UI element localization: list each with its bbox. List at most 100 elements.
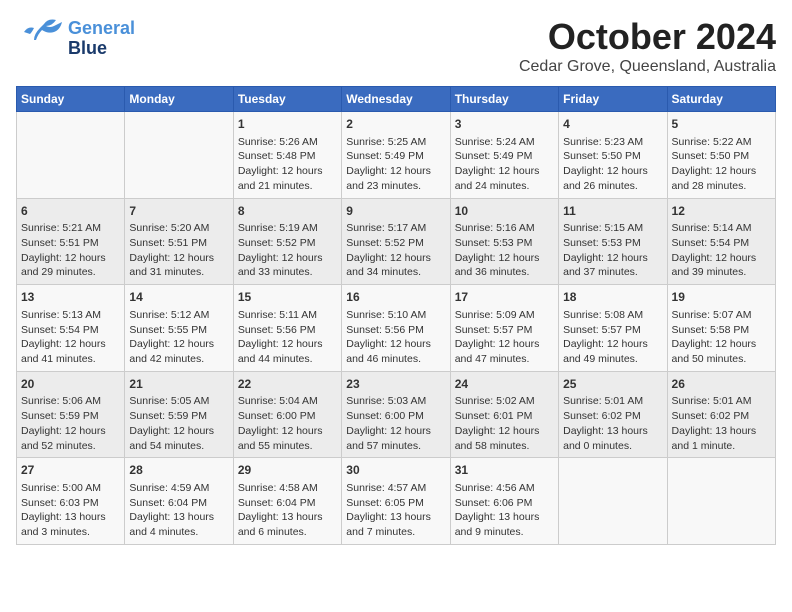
day-detail: Sunrise: 5:22 AM bbox=[672, 135, 771, 150]
calendar-cell: 31Sunrise: 4:56 AMSunset: 6:06 PMDayligh… bbox=[450, 458, 558, 545]
day-number: 22 bbox=[238, 376, 337, 393]
title-block: October 2024 Cedar Grove, Queensland, Au… bbox=[519, 16, 776, 76]
calendar-cell: 28Sunrise: 4:59 AMSunset: 6:04 PMDayligh… bbox=[125, 458, 233, 545]
day-detail: Daylight: 12 hours and 37 minutes. bbox=[563, 251, 662, 280]
day-detail: Sunrise: 4:58 AM bbox=[238, 481, 337, 496]
day-detail: Sunset: 6:04 PM bbox=[129, 496, 228, 511]
calendar-cell: 29Sunrise: 4:58 AMSunset: 6:04 PMDayligh… bbox=[233, 458, 341, 545]
calendar-cell: 13Sunrise: 5:13 AMSunset: 5:54 PMDayligh… bbox=[17, 285, 125, 372]
calendar-cell bbox=[17, 112, 125, 199]
calendar-cell: 7Sunrise: 5:20 AMSunset: 5:51 PMDaylight… bbox=[125, 198, 233, 285]
day-detail: Sunrise: 5:05 AM bbox=[129, 394, 228, 409]
day-detail: Sunrise: 5:08 AM bbox=[563, 308, 662, 323]
day-detail: Daylight: 12 hours and 42 minutes. bbox=[129, 337, 228, 366]
day-detail: Sunrise: 5:11 AM bbox=[238, 308, 337, 323]
day-detail: Sunset: 6:02 PM bbox=[672, 409, 771, 424]
day-number: 27 bbox=[21, 462, 120, 479]
day-detail: Sunrise: 5:20 AM bbox=[129, 221, 228, 236]
calendar-cell: 10Sunrise: 5:16 AMSunset: 5:53 PMDayligh… bbox=[450, 198, 558, 285]
day-detail: Sunset: 5:48 PM bbox=[238, 149, 337, 164]
day-number: 8 bbox=[238, 203, 337, 220]
day-header-thursday: Thursday bbox=[450, 87, 558, 112]
day-detail: Sunrise: 5:09 AM bbox=[455, 308, 554, 323]
calendar-cell bbox=[559, 458, 667, 545]
calendar-cell: 25Sunrise: 5:01 AMSunset: 6:02 PMDayligh… bbox=[559, 371, 667, 458]
day-number: 17 bbox=[455, 289, 554, 306]
day-header-monday: Monday bbox=[125, 87, 233, 112]
day-detail: Daylight: 13 hours and 0 minutes. bbox=[563, 424, 662, 453]
calendar-cell: 16Sunrise: 5:10 AMSunset: 5:56 PMDayligh… bbox=[342, 285, 450, 372]
day-detail: Daylight: 13 hours and 4 minutes. bbox=[129, 510, 228, 539]
calendar-cell: 5Sunrise: 5:22 AMSunset: 5:50 PMDaylight… bbox=[667, 112, 775, 199]
day-detail: Sunset: 5:50 PM bbox=[563, 149, 662, 164]
calendar-table: SundayMondayTuesdayWednesdayThursdayFrid… bbox=[16, 86, 776, 545]
day-detail: Sunrise: 5:06 AM bbox=[21, 394, 120, 409]
calendar-cell: 24Sunrise: 5:02 AMSunset: 6:01 PMDayligh… bbox=[450, 371, 558, 458]
calendar-cell: 18Sunrise: 5:08 AMSunset: 5:57 PMDayligh… bbox=[559, 285, 667, 372]
logo: GeneralBlue bbox=[16, 16, 135, 61]
day-detail: Sunrise: 5:23 AM bbox=[563, 135, 662, 150]
calendar-cell: 27Sunrise: 5:00 AMSunset: 6:03 PMDayligh… bbox=[17, 458, 125, 545]
day-detail: Sunrise: 5:25 AM bbox=[346, 135, 445, 150]
day-detail: Daylight: 13 hours and 3 minutes. bbox=[21, 510, 120, 539]
calendar-cell: 23Sunrise: 5:03 AMSunset: 6:00 PMDayligh… bbox=[342, 371, 450, 458]
day-detail: Sunrise: 5:12 AM bbox=[129, 308, 228, 323]
logo-text: GeneralBlue bbox=[68, 19, 135, 59]
day-header-wednesday: Wednesday bbox=[342, 87, 450, 112]
day-detail: Daylight: 12 hours and 44 minutes. bbox=[238, 337, 337, 366]
calendar-cell: 30Sunrise: 4:57 AMSunset: 6:05 PMDayligh… bbox=[342, 458, 450, 545]
day-number: 23 bbox=[346, 376, 445, 393]
day-number: 26 bbox=[672, 376, 771, 393]
day-detail: Daylight: 13 hours and 1 minute. bbox=[672, 424, 771, 453]
day-detail: Daylight: 12 hours and 29 minutes. bbox=[21, 251, 120, 280]
day-detail: Daylight: 12 hours and 33 minutes. bbox=[238, 251, 337, 280]
day-number: 9 bbox=[346, 203, 445, 220]
day-number: 4 bbox=[563, 116, 662, 133]
day-detail: Sunset: 5:49 PM bbox=[346, 149, 445, 164]
day-detail: Sunrise: 4:59 AM bbox=[129, 481, 228, 496]
calendar-cell: 20Sunrise: 5:06 AMSunset: 5:59 PMDayligh… bbox=[17, 371, 125, 458]
day-detail: Sunset: 6:05 PM bbox=[346, 496, 445, 511]
day-detail: Sunrise: 5:16 AM bbox=[455, 221, 554, 236]
day-detail: Sunset: 5:59 PM bbox=[129, 409, 228, 424]
day-number: 1 bbox=[238, 116, 337, 133]
calendar-cell: 11Sunrise: 5:15 AMSunset: 5:53 PMDayligh… bbox=[559, 198, 667, 285]
day-detail: Daylight: 12 hours and 49 minutes. bbox=[563, 337, 662, 366]
calendar-cell: 4Sunrise: 5:23 AMSunset: 5:50 PMDaylight… bbox=[559, 112, 667, 199]
day-detail: Sunrise: 5:01 AM bbox=[563, 394, 662, 409]
calendar-cell: 19Sunrise: 5:07 AMSunset: 5:58 PMDayligh… bbox=[667, 285, 775, 372]
day-detail: Sunrise: 5:17 AM bbox=[346, 221, 445, 236]
day-detail: Daylight: 12 hours and 39 minutes. bbox=[672, 251, 771, 280]
day-number: 6 bbox=[21, 203, 120, 220]
calendar-cell: 8Sunrise: 5:19 AMSunset: 5:52 PMDaylight… bbox=[233, 198, 341, 285]
calendar-cell: 6Sunrise: 5:21 AMSunset: 5:51 PMDaylight… bbox=[17, 198, 125, 285]
calendar-cell: 12Sunrise: 5:14 AMSunset: 5:54 PMDayligh… bbox=[667, 198, 775, 285]
day-detail: Daylight: 12 hours and 23 minutes. bbox=[346, 164, 445, 193]
day-number: 3 bbox=[455, 116, 554, 133]
day-detail: Daylight: 13 hours and 7 minutes. bbox=[346, 510, 445, 539]
day-number: 12 bbox=[672, 203, 771, 220]
calendar-cell: 3Sunrise: 5:24 AMSunset: 5:49 PMDaylight… bbox=[450, 112, 558, 199]
page-header: GeneralBlue October 2024 Cedar Grove, Qu… bbox=[16, 16, 776, 76]
day-detail: Daylight: 12 hours and 57 minutes. bbox=[346, 424, 445, 453]
day-detail: Sunset: 5:55 PM bbox=[129, 323, 228, 338]
day-detail: Daylight: 12 hours and 31 minutes. bbox=[129, 251, 228, 280]
day-number: 18 bbox=[563, 289, 662, 306]
day-detail: Sunset: 6:06 PM bbox=[455, 496, 554, 511]
day-detail: Daylight: 12 hours and 36 minutes. bbox=[455, 251, 554, 280]
day-number: 29 bbox=[238, 462, 337, 479]
day-detail: Sunrise: 4:56 AM bbox=[455, 481, 554, 496]
day-number: 2 bbox=[346, 116, 445, 133]
day-detail: Daylight: 12 hours and 46 minutes. bbox=[346, 337, 445, 366]
day-header-sunday: Sunday bbox=[17, 87, 125, 112]
day-number: 7 bbox=[129, 203, 228, 220]
day-detail: Sunrise: 5:00 AM bbox=[21, 481, 120, 496]
day-detail: Sunrise: 4:57 AM bbox=[346, 481, 445, 496]
day-number: 21 bbox=[129, 376, 228, 393]
day-detail: Daylight: 12 hours and 47 minutes. bbox=[455, 337, 554, 366]
day-detail: Sunrise: 5:26 AM bbox=[238, 135, 337, 150]
day-detail: Sunset: 5:53 PM bbox=[563, 236, 662, 251]
calendar-cell: 1Sunrise: 5:26 AMSunset: 5:48 PMDaylight… bbox=[233, 112, 341, 199]
day-header-saturday: Saturday bbox=[667, 87, 775, 112]
day-detail: Sunrise: 5:13 AM bbox=[21, 308, 120, 323]
